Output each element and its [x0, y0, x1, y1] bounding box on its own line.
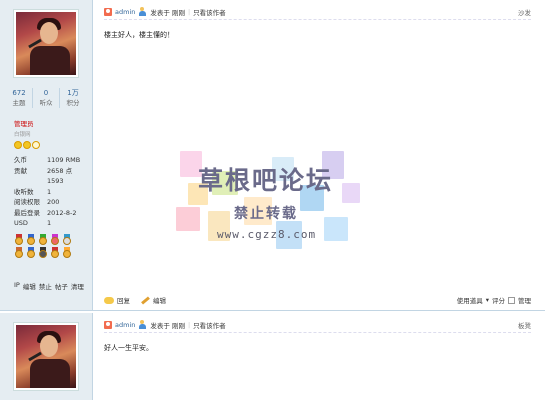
posted-time: 发表于 刚刚: [150, 321, 185, 330]
rank-stars: [14, 141, 40, 149]
avatar[interactable]: [13, 9, 79, 78]
medal-icon[interactable]: [50, 234, 60, 245]
watermark-url: www.cgzz8.com: [217, 228, 317, 241]
floor-number[interactable]: 沙发: [518, 7, 531, 17]
manage-label[interactable]: 管理: [518, 295, 531, 305]
post-body: 楼主好人，楼主懂的！: [104, 31, 174, 39]
reply-icon: [104, 296, 114, 304]
medal-icon[interactable]: [38, 247, 48, 258]
watermark: 草根吧论坛 禁止转载 www.cgzz8.com: [172, 137, 362, 259]
medal-icon[interactable]: [50, 247, 60, 258]
post-2: admin 发表于 刚刚 | 只看该作者 板凳 好人一生平安。: [0, 313, 545, 400]
medal-icon[interactable]: [38, 234, 48, 245]
medal-icon[interactable]: [14, 234, 24, 245]
info-row: 贡献 2658 点: [14, 166, 73, 175]
online-user-icon: [138, 7, 147, 16]
author-info: 久币 1109 RMB 贡献 2658 点 1593 收听数 1 阅读权限 200 最后…: [14, 155, 89, 229]
star-icon: [32, 141, 40, 149]
avatar[interactable]: [13, 322, 79, 391]
medal-icon[interactable]: [62, 247, 72, 258]
info-row: 最后登录 2012-8-2: [14, 208, 77, 217]
only-author-link[interactable]: 只看该作者: [193, 7, 226, 17]
admin-link-posts[interactable]: 帖子: [55, 281, 68, 291]
post-body: 好人一生平安。: [104, 344, 153, 352]
posted-time: 发表于 刚刚: [150, 8, 185, 17]
use-item-dropdown[interactable]: 使用道具: [457, 295, 483, 305]
medal-icon[interactable]: [26, 234, 36, 245]
info-row: 1593: [47, 177, 64, 185]
stat-threads[interactable]: 672 主题: [6, 88, 33, 108]
medal-icon[interactable]: [62, 234, 72, 245]
author-stats: 672 主题 0 听众 1万 积分: [6, 88, 86, 108]
avatar-photo: [16, 12, 76, 75]
user-icon: [104, 320, 112, 329]
manage-checkbox[interactable]: [508, 296, 515, 304]
star-icon: [23, 141, 31, 149]
user-icon: [104, 7, 112, 16]
floor-number[interactable]: 板凳: [518, 320, 531, 330]
user-group-sub: 白银网: [14, 132, 31, 138]
post-1: 672 主题 0 听众 1万 积分 管理员 白银网 久币 1109 RMB 贡献 2…: [0, 0, 545, 311]
medal-icon[interactable]: [26, 247, 36, 258]
star-icon: [14, 141, 22, 149]
admin-links: IP 编辑 禁止 帖子 清理: [14, 281, 84, 291]
rate-button[interactable]: 评分: [492, 295, 505, 305]
watermark-title: 草根吧论坛: [198, 166, 334, 195]
footer-actions: 使用道具 ▾ 评分 管理: [457, 295, 531, 305]
info-row: 久币 1109 RMB: [14, 156, 81, 164]
online-user-icon: [138, 320, 147, 329]
stat-points[interactable]: 1万 积分: [60, 88, 86, 108]
info-row: 阅读权限 200: [14, 198, 60, 206]
stat-listeners[interactable]: 0 听众: [33, 88, 60, 108]
chevron-down-icon[interactable]: ▾: [486, 296, 489, 304]
author-link[interactable]: admin: [115, 321, 135, 329]
info-row: USD 1: [14, 219, 52, 227]
post-header: admin 发表于 刚刚 | 只看该作者 板凳: [104, 319, 531, 333]
edit-button[interactable]: 编辑: [153, 295, 166, 305]
medals: [14, 234, 74, 258]
medal-icon[interactable]: [14, 247, 24, 258]
post-footer: 回复 编辑 使用道具 ▾ 评分 管理: [104, 293, 531, 307]
reply-button[interactable]: 回复: [117, 295, 130, 305]
avatar-photo: [16, 325, 76, 388]
watermark-subtitle: 禁止转载: [234, 206, 298, 222]
admin-link-clean[interactable]: 清理: [71, 281, 84, 291]
edit-icon: [141, 295, 150, 305]
info-row: 收听数 1: [14, 187, 52, 196]
post-header: admin 发表于 刚刚 | 只看该作者 沙发: [104, 6, 531, 20]
author-link[interactable]: admin: [115, 8, 135, 16]
admin-link-edit[interactable]: 编辑: [23, 281, 36, 291]
admin-link-ban[interactable]: 禁止: [39, 281, 52, 291]
only-author-link[interactable]: 只看该作者: [193, 320, 226, 330]
user-group[interactable]: 管理员: [14, 118, 34, 128]
admin-link-ip[interactable]: IP: [14, 281, 20, 291]
author-sidebar: 672 主题 0 听众 1万 积分 管理员 白银网 久币 1109 RMB 贡献 2…: [0, 0, 93, 310]
author-sidebar: [0, 313, 93, 400]
